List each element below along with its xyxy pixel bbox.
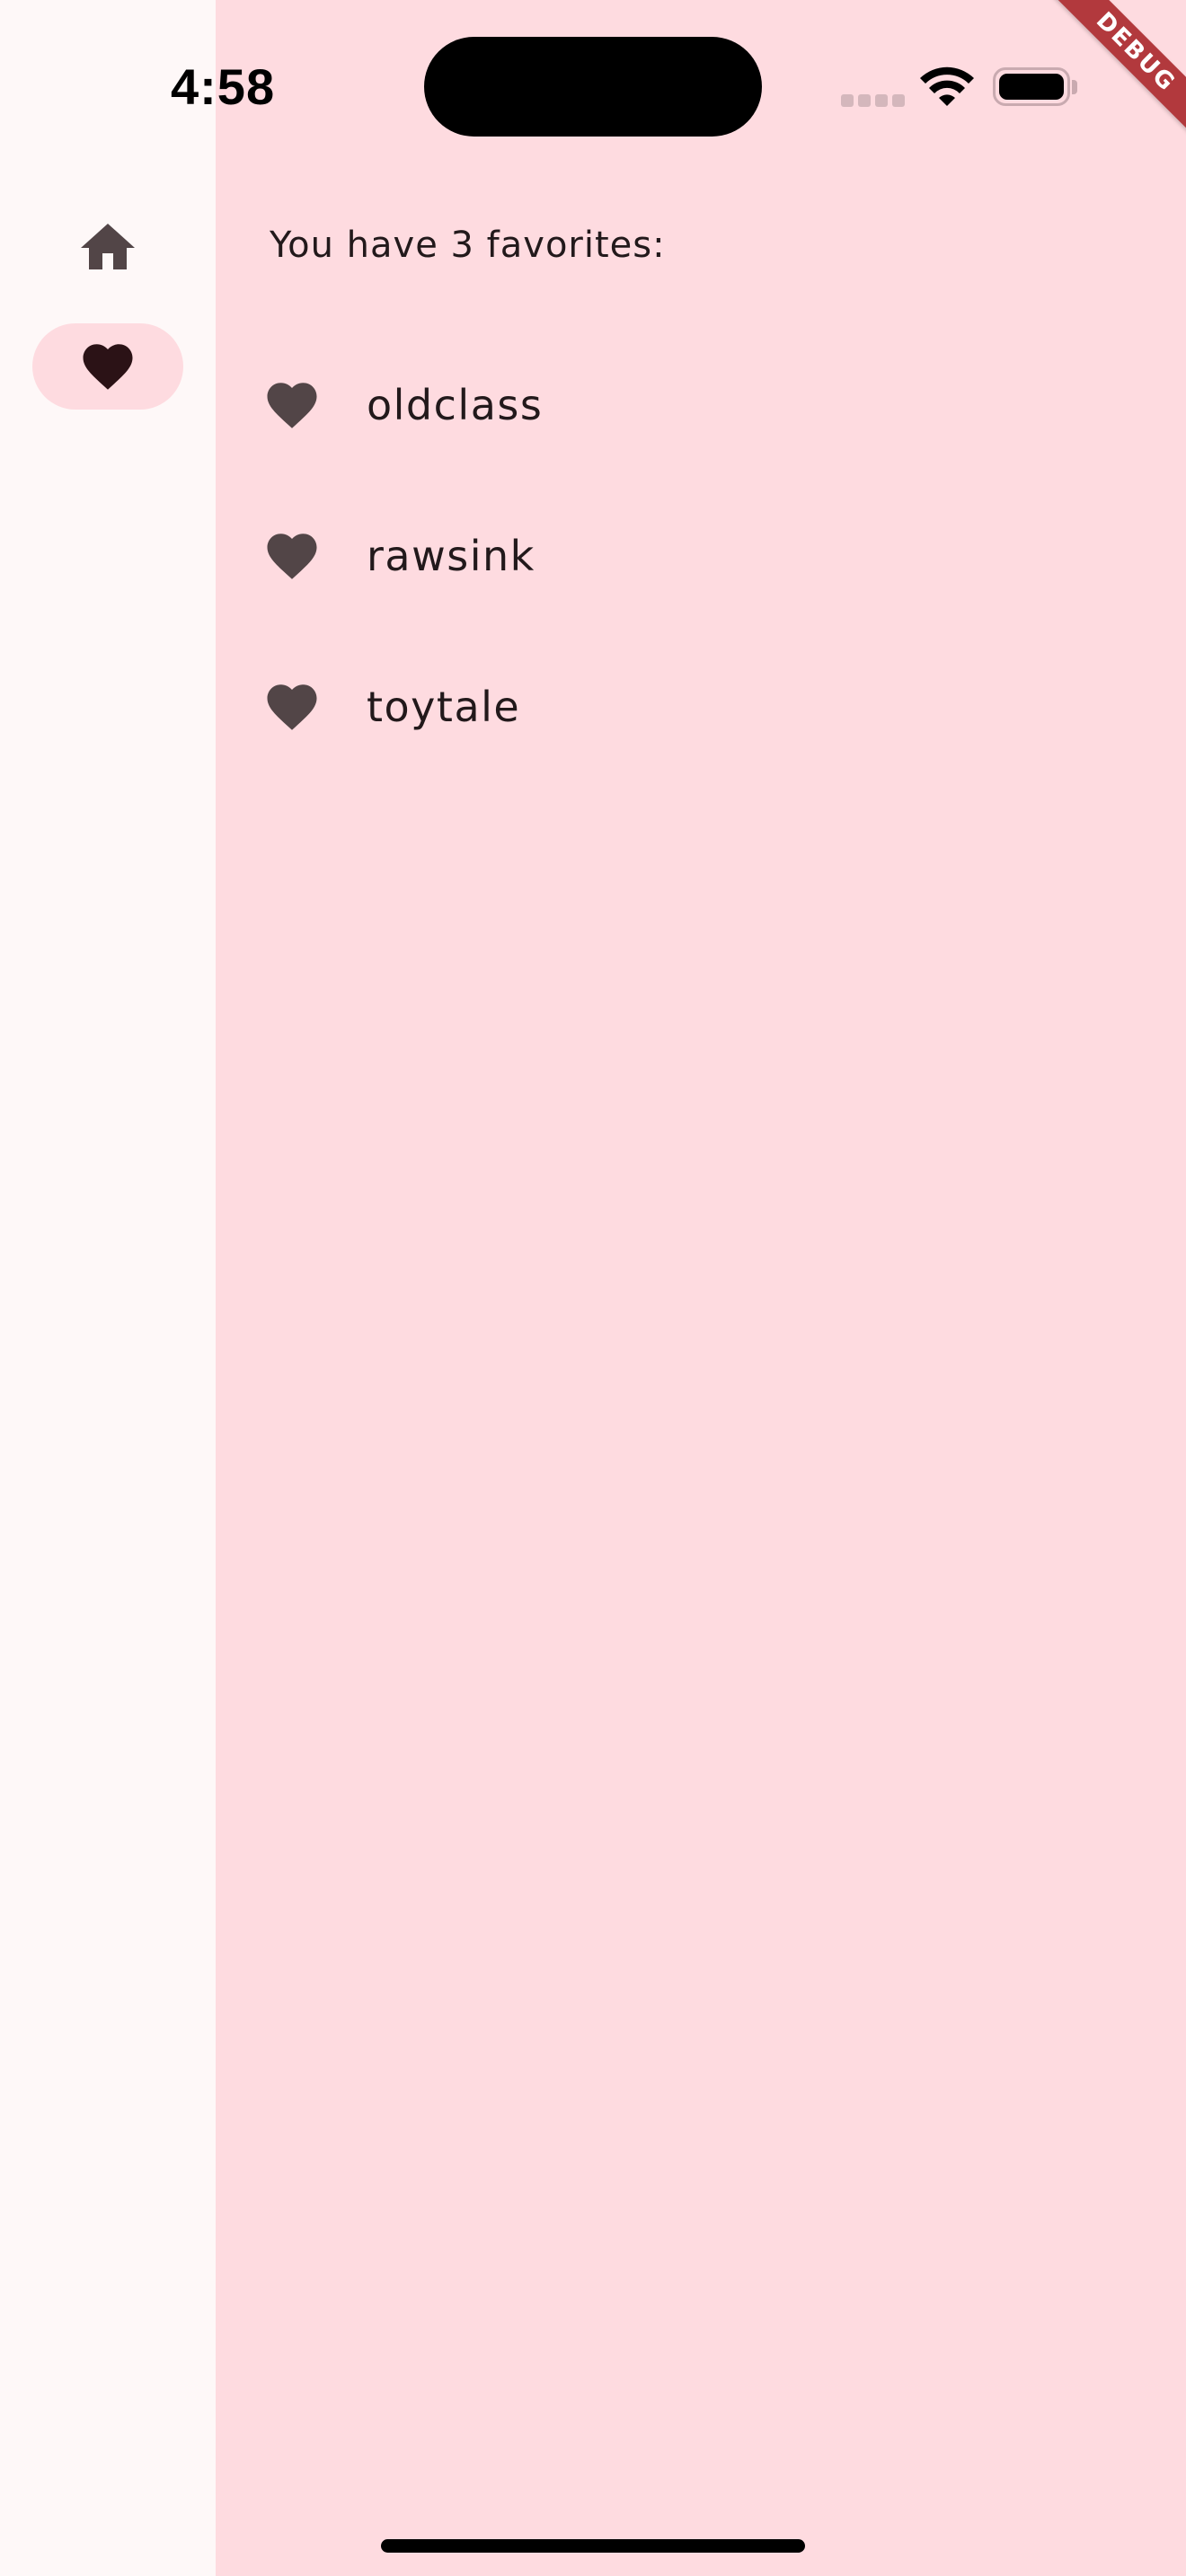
status-time: 4:58 — [171, 58, 276, 115]
heart-icon — [267, 383, 317, 428]
home-icon[interactable] — [75, 216, 140, 280]
wifi-icon — [920, 66, 974, 106]
app-screen: 4:58 DEBUG You have 3 favorites: oldclas… — [0, 0, 1186, 2576]
list-item-label: toytale — [367, 683, 521, 731]
cellular-signal-icon — [841, 94, 905, 107]
rail-item-favorites[interactable] — [32, 323, 183, 410]
heart-icon — [267, 534, 317, 579]
dynamic-island — [424, 37, 762, 137]
list-item[interactable]: oldclass — [216, 330, 1186, 481]
list-item-label: rawsink — [367, 532, 535, 580]
heart-icon — [267, 684, 317, 730]
battery-cap — [1072, 80, 1077, 94]
list-item-label: oldclass — [367, 381, 544, 429]
battery-level — [999, 74, 1064, 100]
favorites-count-heading: You have 3 favorites: — [270, 225, 666, 266]
list-item[interactable]: rawsink — [216, 481, 1186, 631]
heart-icon — [83, 344, 133, 390]
home-indicator[interactable] — [381, 2539, 805, 2553]
battery-icon — [993, 67, 1070, 106]
list-item[interactable]: toytale — [216, 631, 1186, 782]
